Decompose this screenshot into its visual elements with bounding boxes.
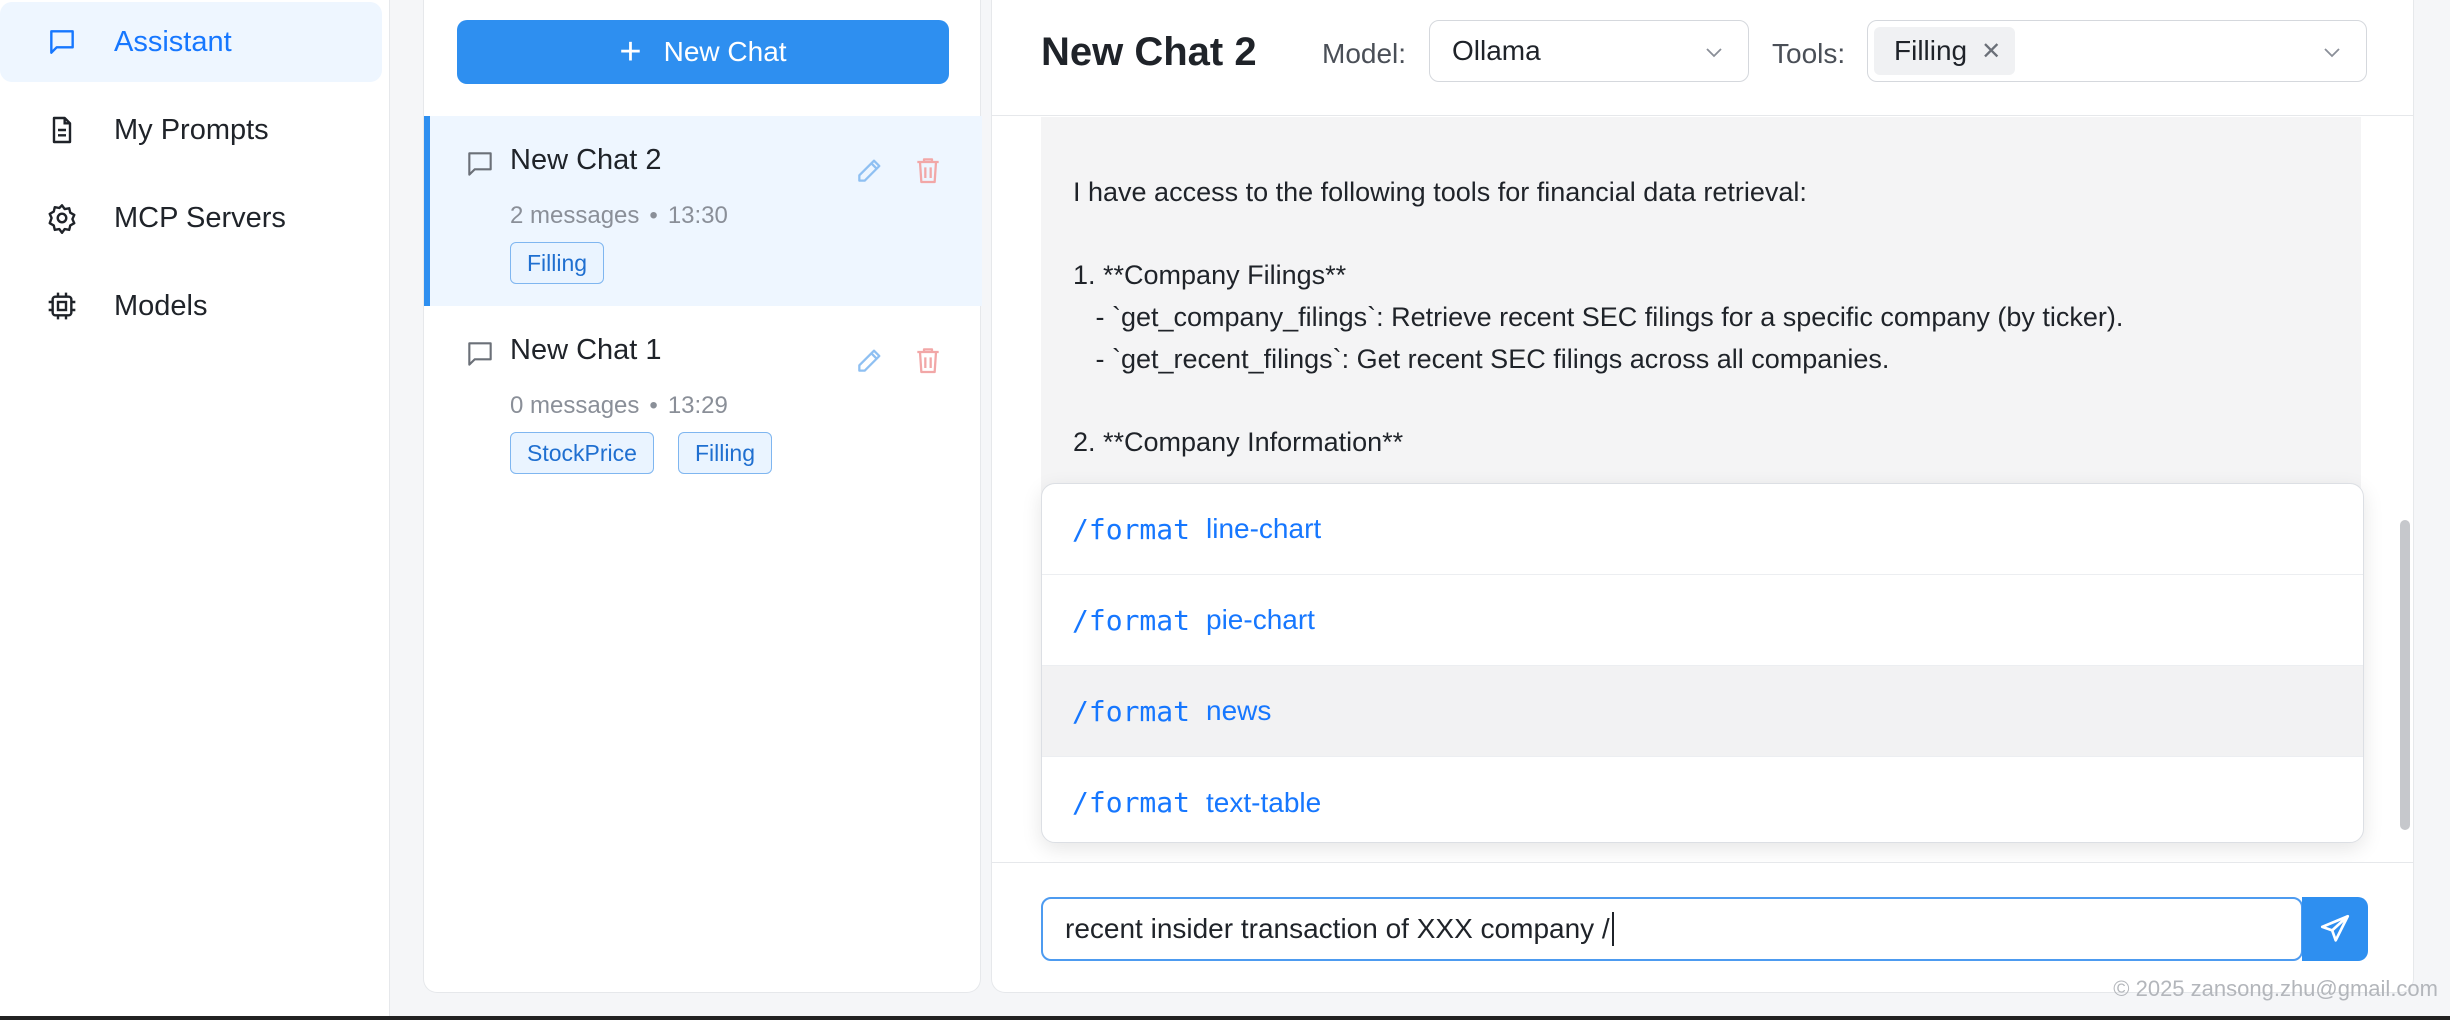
model-select[interactable]: Ollama xyxy=(1429,20,1749,82)
chat-header: New Chat 2 Model: Ollama Tools: Filling … xyxy=(992,0,2413,116)
sidebar-item-label: My Prompts xyxy=(114,113,269,146)
chat-time: 13:30 xyxy=(667,202,728,229)
chat-title: New Chat 2 xyxy=(510,144,662,176)
chat-bubble-icon xyxy=(50,30,74,54)
sidebar-item-models[interactable]: Models xyxy=(0,266,382,346)
chat-list-panel: + New Chat New Chat 2 2 messages • 13:30 F… xyxy=(423,0,982,993)
command-arg: line-chart xyxy=(1206,513,1322,544)
chat-meta: 0 messages • 13:29 xyxy=(510,392,728,420)
delete-icon[interactable] xyxy=(912,154,944,186)
chat-time: 13:29 xyxy=(667,392,728,419)
scrollbar[interactable] xyxy=(2400,520,2410,830)
message-input[interactable]: recent insider transaction of XXX compan… xyxy=(1041,897,2303,961)
message-line: I have access to the following tools for… xyxy=(1073,177,1807,207)
sidebar-item-mcp-servers[interactable]: MCP Servers xyxy=(0,178,382,258)
edit-icon[interactable] xyxy=(854,154,886,186)
chevron-down-icon xyxy=(1706,48,1722,58)
sidebar-item-label: Models xyxy=(114,289,208,322)
menu-item-news[interactable]: /format news xyxy=(1042,666,2363,757)
command-text: /format xyxy=(1072,512,1191,546)
document-icon xyxy=(52,116,72,144)
app-root: Assistant My Prompts MCP Servers Models … xyxy=(0,0,2450,1020)
menu-item-text-table[interactable]: /format text-table xyxy=(1042,757,2363,842)
chat-item-actions xyxy=(854,344,944,376)
command-text: /format xyxy=(1072,603,1191,637)
command-arg: pie-chart xyxy=(1206,604,1315,635)
close-icon[interactable]: ✕ xyxy=(1981,37,2001,66)
chat-bubble-icon xyxy=(468,342,492,366)
chat-tags: Filling xyxy=(510,242,605,284)
tool-tag: StockPrice xyxy=(510,432,654,474)
chevron-down-icon xyxy=(2324,48,2340,58)
chip-icon xyxy=(48,292,76,320)
sidebar-item-assistant[interactable]: Assistant xyxy=(0,2,382,82)
chat-list-item[interactable]: New Chat 2 2 messages • 13:30 Filling xyxy=(424,116,982,306)
chat-list-item[interactable]: New Chat 1 0 messages • 13:29 StockPrice F… xyxy=(424,306,982,496)
text-caret xyxy=(1611,912,1614,946)
send-button[interactable] xyxy=(2302,897,2368,961)
menu-item-pie-chart[interactable]: /format pie-chart xyxy=(1042,575,2363,666)
command-text: /format xyxy=(1072,694,1191,728)
message-line: - `get_company_filings`: Retrieve recent… xyxy=(1073,302,2124,332)
delete-icon[interactable] xyxy=(912,344,944,376)
format-command-menu: /format line-chart /format pie-chart /form… xyxy=(1041,483,2364,843)
message-input-value: recent insider transaction of XXX compan… xyxy=(1065,913,1610,944)
chat-meta: 2 messages • 13:30 xyxy=(510,202,728,230)
message-area[interactable]: I have access to the following tools for… xyxy=(992,117,2413,862)
gear-icon xyxy=(48,204,76,234)
menu-item-line-chart[interactable]: /format line-chart xyxy=(1042,484,2363,575)
message-line: - `get_recent_filings`: Get recent SEC f… xyxy=(1073,344,1890,374)
separator-dot: • xyxy=(649,202,658,229)
message-line: 1. **Company Filings** xyxy=(1073,260,1347,290)
model-label: Model: xyxy=(1322,38,1407,69)
command-arg: text-table xyxy=(1206,786,1322,818)
chat-tags: StockPrice Filling xyxy=(510,432,773,474)
message-line: 2. **Company Information** xyxy=(1073,427,1404,457)
footer-copyright: © 2025 zansong.zhu@gmail.com xyxy=(2113,976,2438,1001)
new-chat-button[interactable]: + New Chat xyxy=(457,20,949,84)
edit-icon[interactable] xyxy=(854,344,886,376)
chat-item-actions xyxy=(854,154,944,186)
sidebar-item-label: MCP Servers xyxy=(114,201,286,234)
sidebar-nav: Assistant My Prompts MCP Servers Models xyxy=(0,0,390,1020)
tools-label: Tools: xyxy=(1772,38,1846,69)
message-count: 2 messages xyxy=(510,202,640,229)
tool-tag: Filling xyxy=(510,242,605,284)
selected-tool-chip: Filling ✕ xyxy=(1874,27,2016,75)
sidebar-item-my-prompts[interactable]: My Prompts xyxy=(0,90,382,170)
page-title: New Chat 2 xyxy=(1041,30,1257,74)
divider xyxy=(992,862,2413,863)
tools-select[interactable]: Filling ✕ xyxy=(1867,20,2367,82)
chat-main: New Chat 2 Model: Ollama Tools: Filling … xyxy=(991,0,2414,993)
window-bottom-edge xyxy=(0,1016,2450,1020)
chat-bubble-icon xyxy=(468,152,492,176)
command-text: /format xyxy=(1072,786,1191,819)
selected-tool-label: Filling xyxy=(1894,35,1968,66)
model-select-value: Ollama xyxy=(1452,35,1541,66)
message-count: 0 messages xyxy=(510,392,640,419)
separator-dot: • xyxy=(649,392,658,419)
command-arg: news xyxy=(1206,695,1272,726)
sidebar-item-label: Assistant xyxy=(114,25,232,58)
send-icon xyxy=(2320,914,2350,942)
new-chat-label: New Chat xyxy=(663,36,787,67)
chat-title: New Chat 1 xyxy=(510,334,662,366)
plus-icon: + xyxy=(619,31,642,73)
tool-tag: Filling xyxy=(677,432,773,474)
